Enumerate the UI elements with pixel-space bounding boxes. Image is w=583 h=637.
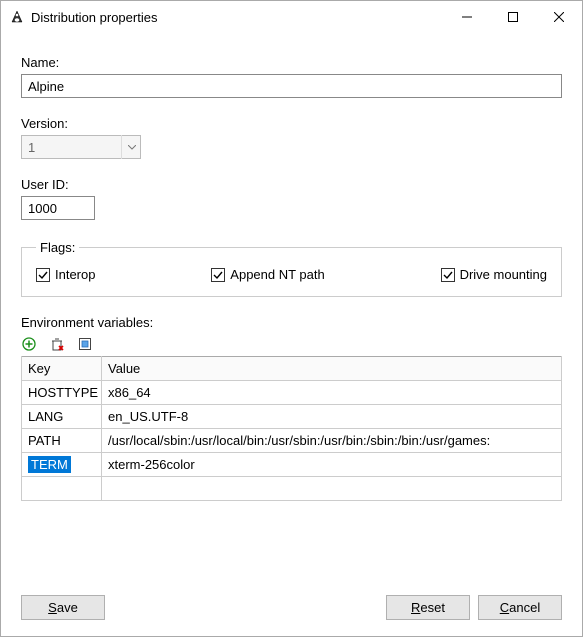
env-value-cell[interactable]: xterm-256color — [102, 453, 562, 477]
interop-checkbox[interactable]: Interop — [36, 267, 95, 282]
window-controls — [444, 1, 582, 33]
edit-icon[interactable] — [77, 336, 93, 352]
env-key-cell[interactable]: LANG — [22, 405, 102, 429]
table-row[interactable]: PATH/usr/local/sbin:/usr/local/bin:/usr/… — [22, 429, 562, 453]
flags-label: Flags: — [36, 240, 79, 255]
env-value-cell[interactable]: x86_64 — [102, 381, 562, 405]
checkbox-icon — [441, 268, 455, 282]
env-key-cell[interactable]: TERM — [22, 453, 102, 477]
close-button[interactable] — [536, 1, 582, 33]
user-id-input[interactable] — [21, 196, 95, 220]
value-column-header[interactable]: Value — [102, 357, 562, 381]
checkbox-icon — [36, 268, 50, 282]
reset-button[interactable]: Reset — [386, 595, 470, 620]
drive-mounting-checkbox[interactable]: Drive mounting — [441, 267, 547, 282]
env-value-cell[interactable]: en_US.UTF-8 — [102, 405, 562, 429]
table-row[interactable]: TERMxterm-256color — [22, 453, 562, 477]
app-icon — [9, 9, 25, 25]
key-column-header[interactable]: Key — [22, 357, 102, 381]
delete-icon[interactable] — [49, 336, 65, 352]
window: Distribution properties Name: Version: — [0, 0, 583, 637]
minimize-button[interactable] — [444, 1, 490, 33]
env-key-cell[interactable]: PATH — [22, 429, 102, 453]
drive-mounting-label: Drive mounting — [460, 267, 547, 282]
env-key-cell[interactable]: HOSTTYPE — [22, 381, 102, 405]
name-label: Name: — [21, 55, 562, 70]
window-title: Distribution properties — [31, 10, 444, 25]
append-nt-path-checkbox[interactable]: Append NT path — [211, 267, 324, 282]
chevron-down-icon[interactable] — [121, 135, 141, 159]
name-input[interactable] — [21, 74, 562, 98]
user-id-label: User ID: — [21, 177, 562, 192]
maximize-button[interactable] — [490, 1, 536, 33]
save-button[interactable]: Save — [21, 595, 105, 620]
table-row-empty[interactable] — [22, 477, 562, 501]
table-row[interactable]: LANGen_US.UTF-8 — [22, 405, 562, 429]
button-row: Save Reset Cancel — [21, 595, 562, 620]
env-toolbar — [21, 336, 562, 352]
flags-group: Flags: Interop Append NT path — [21, 240, 562, 297]
cancel-button[interactable]: Cancel — [478, 595, 562, 620]
content-area: Name: Version: User ID: Flags: Interop — [1, 33, 582, 636]
env-value-cell[interactable]: /usr/local/sbin:/usr/local/bin:/usr/sbin… — [102, 429, 562, 453]
add-icon[interactable] — [21, 336, 37, 352]
env-vars-label: Environment variables: — [21, 315, 562, 330]
append-nt-label: Append NT path — [230, 267, 324, 282]
interop-label: Interop — [55, 267, 95, 282]
titlebar: Distribution properties — [1, 1, 582, 33]
env-table[interactable]: Key Value HOSTTYPEx86_64LANGen_US.UTF-8P… — [21, 356, 562, 501]
checkbox-icon — [211, 268, 225, 282]
version-label: Version: — [21, 116, 562, 131]
table-row[interactable]: HOSTTYPEx86_64 — [22, 381, 562, 405]
